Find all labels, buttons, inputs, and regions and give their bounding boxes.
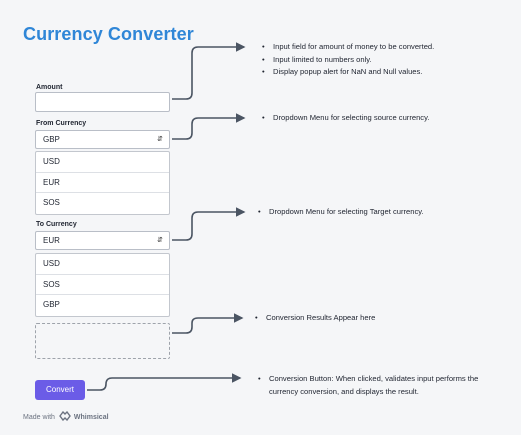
note-result-item: Conversion Results Appear here bbox=[255, 312, 375, 325]
note-amount-item: Input field for amount of money to be co… bbox=[262, 41, 434, 54]
whimsical-logo-icon bbox=[59, 410, 71, 423]
connector-result bbox=[172, 313, 244, 334]
note-to-item: Dropdown Menu for selecting Target curre… bbox=[258, 206, 424, 219]
note-amount: Input field for amount of money to be co… bbox=[262, 41, 434, 79]
note-amount-item: Input limited to numbers only. bbox=[262, 54, 434, 67]
note-convert: Conversion Button: When clicked, validat… bbox=[258, 373, 508, 398]
connector-to bbox=[172, 207, 246, 241]
note-result: Conversion Results Appear here bbox=[255, 312, 375, 325]
note-from-item: Dropdown Menu for selecting source curre… bbox=[262, 112, 429, 125]
footer-brand: Whimsical bbox=[73, 413, 109, 421]
note-amount-item: Display popup alert for NaN and Null val… bbox=[262, 66, 434, 79]
footer-prefix: Made with bbox=[23, 413, 55, 421]
note-convert-item: Conversion Button: When clicked, validat… bbox=[258, 373, 508, 398]
note-from: Dropdown Menu for selecting source curre… bbox=[262, 112, 429, 125]
connector-from bbox=[172, 113, 246, 140]
made-with-footer: Made with Whimsical bbox=[23, 410, 109, 423]
note-to: Dropdown Menu for selecting Target curre… bbox=[258, 206, 424, 219]
connector-convert bbox=[87, 373, 242, 391]
connector-amount bbox=[172, 42, 246, 100]
